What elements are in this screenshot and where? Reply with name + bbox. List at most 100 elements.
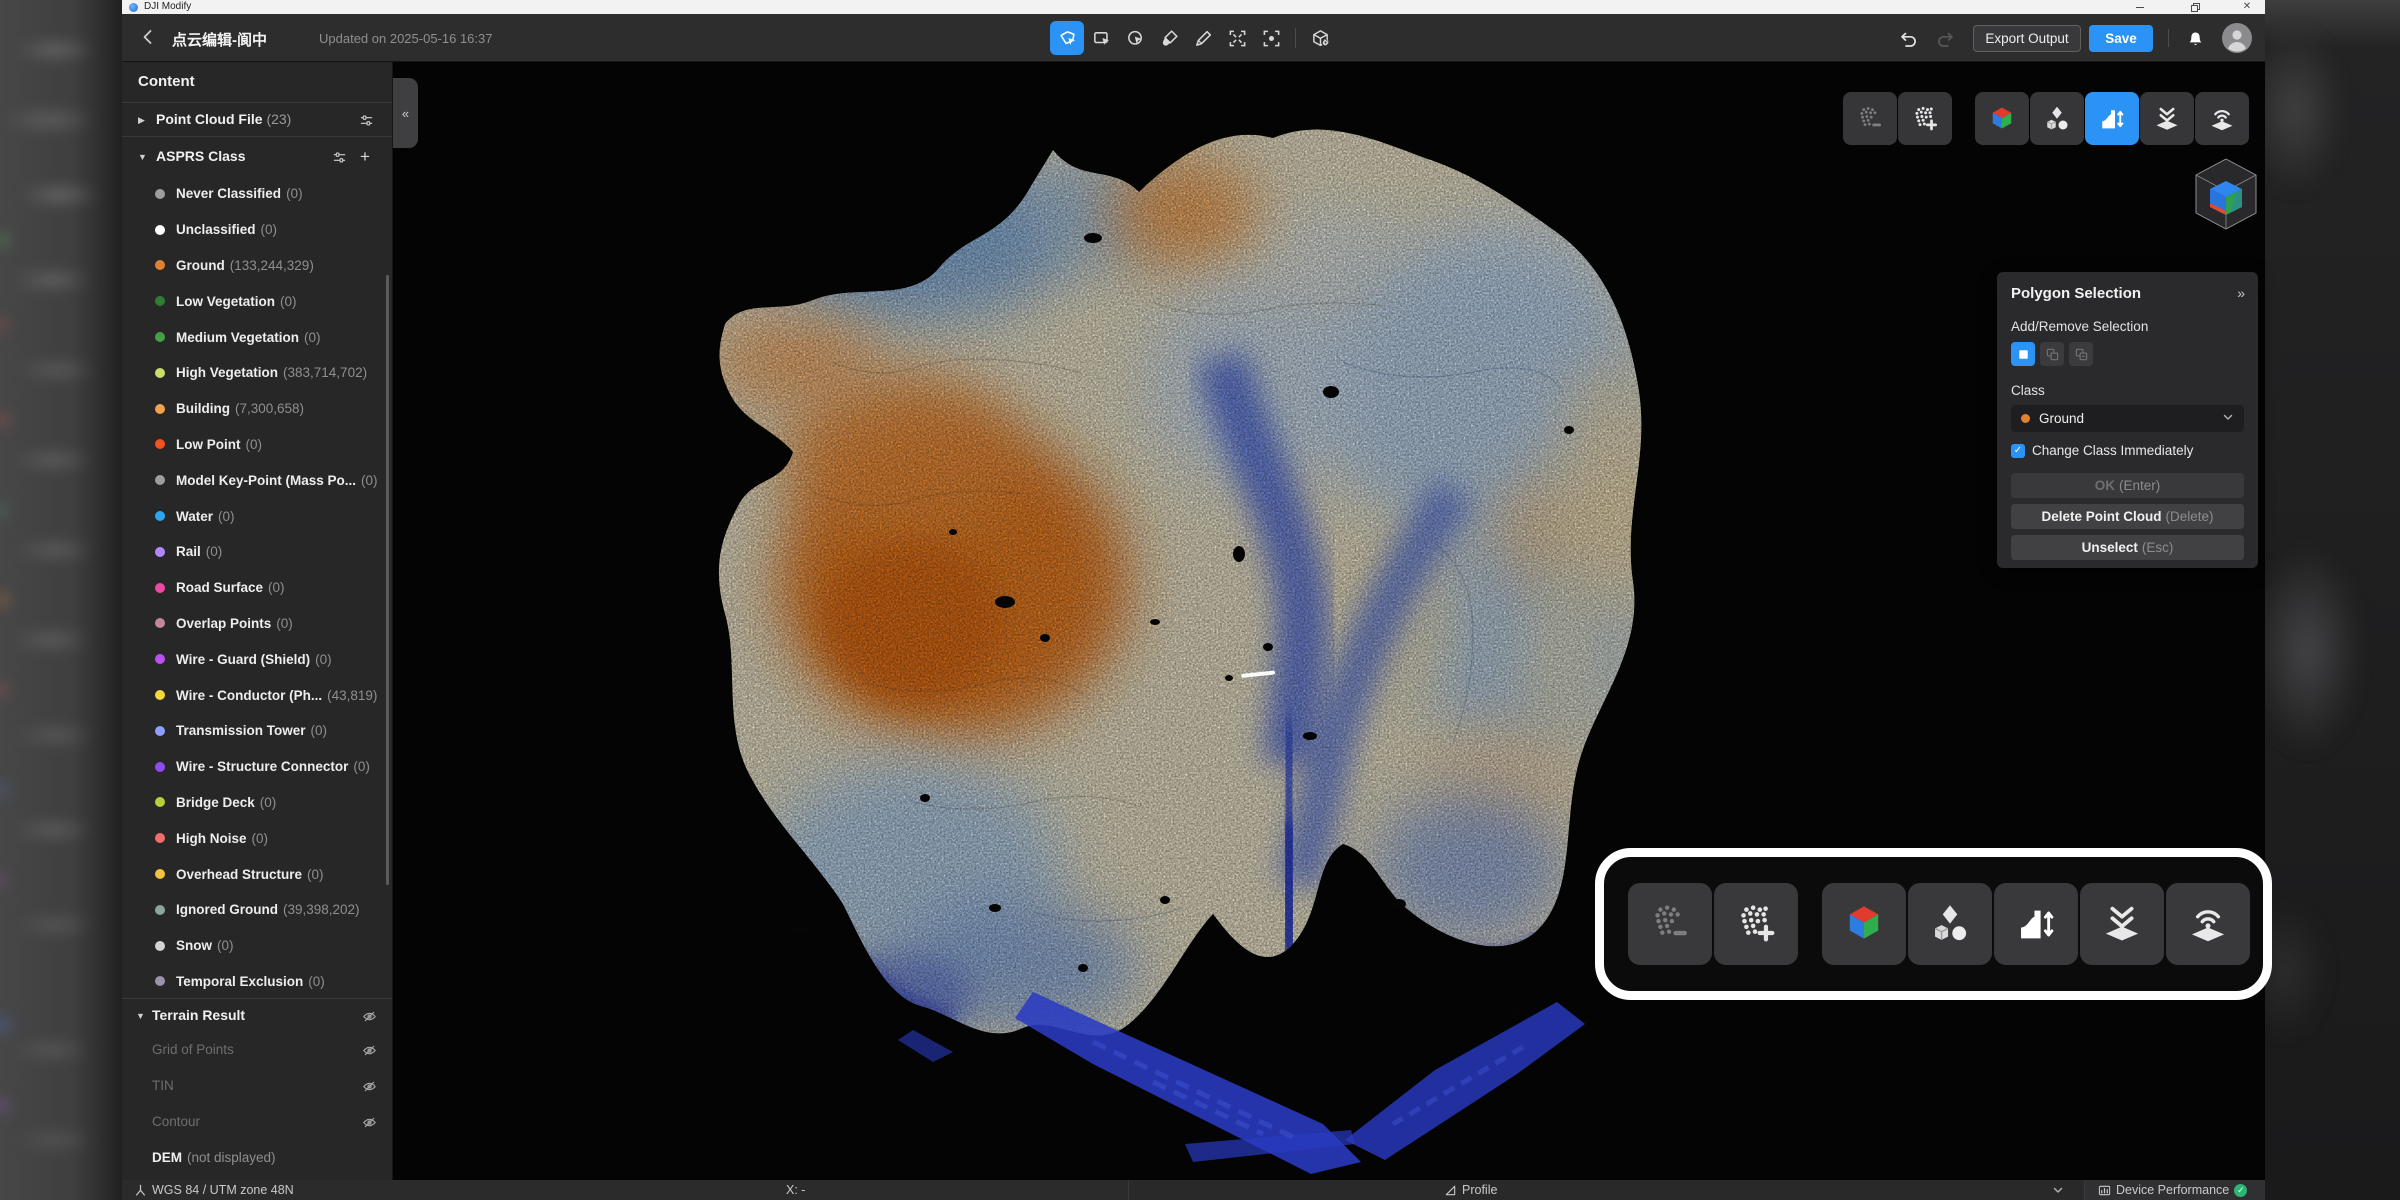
class-row-high-noise[interactable]: High Noise(0)	[122, 820, 392, 856]
change-class-checkbox-row[interactable]: ✓ Change Class Immediately	[2011, 443, 2244, 458]
point-cloud-terrain[interactable]	[393, 62, 2265, 1180]
points-decrease-button[interactable]	[1628, 883, 1712, 965]
class-color-dot	[155, 475, 165, 485]
class-row-building[interactable]: Building(7,300,658)	[122, 391, 392, 427]
class-row-overlap-points[interactable]: Overlap Points(0)	[122, 606, 392, 642]
color-by-rgb-button[interactable]	[1822, 883, 1906, 965]
class-row-transmission-tower[interactable]: Transmission Tower(0)	[122, 713, 392, 749]
sidebar-scrollbar[interactable]	[386, 275, 389, 885]
class-row-wire-structure-connector[interactable]: Wire - Structure Connector(0)	[122, 749, 392, 785]
select-all-button[interactable]	[1220, 21, 1254, 55]
content-sidebar: Content ▶ Point Cloud File (23) ▼ ASPRS …	[122, 62, 393, 1180]
profile-tool[interactable]: Profile	[1444, 1180, 1497, 1200]
minimize-button[interactable]	[2130, 0, 2150, 14]
class-row-medium-vegetation[interactable]: Medium Vegetation(0)	[122, 319, 392, 355]
back-button[interactable]	[138, 27, 158, 49]
class-row-wire-conductor-ph[interactable]: Wire - Conductor (Ph...(43,819)	[122, 677, 392, 713]
class-row-low-point[interactable]: Low Point(0)	[122, 427, 392, 463]
class-row-bridge-deck[interactable]: Bridge Deck(0)	[122, 785, 392, 821]
view-cube[interactable]	[2190, 155, 2262, 240]
eye-off-icon[interactable]	[362, 1079, 377, 1094]
class-row-never-classified[interactable]: Never Classified(0)	[122, 176, 392, 212]
terrain-result-row[interactable]: ▼ Terrain Result	[122, 999, 392, 1033]
eye-off-icon[interactable]	[362, 1009, 377, 1024]
add-selection-toggle[interactable]	[2040, 342, 2064, 366]
class-row-low-vegetation[interactable]: Low Vegetation(0)	[122, 283, 392, 319]
eye-off-icon[interactable]	[362, 1043, 377, 1058]
rectangle-selection-button[interactable]	[1084, 21, 1118, 55]
color-by-class-button[interactable]	[2030, 92, 2084, 145]
color-by-return-button[interactable]	[2080, 883, 2164, 965]
export-output-button[interactable]: Export Output	[1973, 25, 2081, 52]
save-button[interactable]: Save	[2089, 25, 2153, 52]
redo-button[interactable]	[1934, 29, 1956, 51]
points-increase-button[interactable]	[1714, 883, 1798, 965]
model-settings-button[interactable]	[1303, 21, 1337, 55]
deselect-all-button[interactable]	[1254, 21, 1288, 55]
class-row-water[interactable]: Water(0)	[122, 498, 392, 534]
filter-sliders-icon[interactable]	[359, 113, 374, 128]
color-by-intensity-button[interactable]	[2195, 92, 2249, 145]
delete-point-cloud-button[interactable]: Delete Point Cloud(Delete)	[2011, 504, 2244, 529]
add-class-icon[interactable]: +	[360, 149, 370, 164]
class-row-ground[interactable]: Ground(133,244,329)	[122, 248, 392, 284]
class-row-ignored-ground[interactable]: Ignored Ground(39,398,202)	[122, 892, 392, 928]
pen-icon	[1194, 29, 1213, 48]
undo-button[interactable]	[1898, 29, 1920, 51]
ok-button[interactable]: OK(Enter)	[2011, 473, 2244, 498]
class-row-overhead-structure[interactable]: Overhead Structure(0)	[122, 856, 392, 892]
sidebar-collapse-handle[interactable]: «	[393, 78, 418, 148]
color-by-intensity-button[interactable]	[2166, 883, 2250, 965]
brush-selection-button[interactable]	[1152, 21, 1186, 55]
caret-down-icon[interactable]: ▼	[138, 152, 147, 162]
points-decrease-button[interactable]	[1843, 92, 1897, 145]
caret-down-icon[interactable]: ▼	[136, 1011, 145, 1021]
notifications-button[interactable]	[2184, 28, 2206, 50]
class-row-road-surface[interactable]: Road Surface(0)	[122, 570, 392, 606]
user-avatar[interactable]	[2222, 23, 2252, 53]
circle-selection-button[interactable]	[1118, 21, 1152, 55]
viewport-3d[interactable]: Polygon Selection » Add/Remove Selection…	[393, 62, 2265, 1180]
color-by-elevation-button[interactable]	[1994, 883, 2078, 965]
pen-selection-button[interactable]	[1186, 21, 1220, 55]
caret-right-icon[interactable]: ▶	[138, 115, 145, 126]
color-by-rgb-button[interactable]	[1975, 92, 2029, 145]
polygon-selection-button[interactable]	[1050, 21, 1084, 55]
close-button[interactable]: ✕	[2237, 0, 2257, 14]
class-row-high-vegetation[interactable]: High Vegetation(383,714,702)	[122, 355, 392, 391]
color-by-return-button[interactable]	[2140, 92, 2194, 145]
class-label: Bridge Deck	[176, 795, 255, 810]
crs-indicator[interactable]: WGS 84 / UTM zone 48N	[134, 1180, 294, 1200]
device-performance[interactable]: Device Performance ✓	[2098, 1180, 2247, 1200]
terrain-item-contour[interactable]: Contour	[122, 1105, 392, 1141]
circle-select-icon	[1126, 29, 1145, 48]
class-row-wire-guard-shield[interactable]: Wire - Guard (Shield)(0)	[122, 641, 392, 677]
subtract-selection-toggle[interactable]	[2069, 342, 2093, 366]
dem-row[interactable]: DEM(not displayed)	[122, 1141, 392, 1177]
class-dropdown[interactable]: Ground	[2011, 405, 2244, 432]
color-by-elevation-button[interactable]	[2085, 92, 2139, 145]
terrain-item-tin[interactable]: TIN	[122, 1069, 392, 1105]
restore-button[interactable]	[2185, 0, 2205, 14]
checkbox-checked-icon[interactable]: ✓	[2011, 444, 2025, 458]
class-row-unclassified[interactable]: Unclassified(0)	[122, 212, 392, 248]
panel-title: Polygon Selection	[2011, 285, 2244, 302]
statusbar-collapse-chevron[interactable]	[2052, 1180, 2064, 1200]
project-title[interactable]: 点云编辑-阆中	[172, 29, 267, 50]
new-selection-toggle[interactable]	[2011, 342, 2035, 366]
terrain-item-grid-of-points[interactable]: Grid of Points	[122, 1033, 392, 1069]
class-color-dot	[155, 618, 165, 628]
class-row-rail[interactable]: Rail(0)	[122, 534, 392, 570]
eye-off-icon[interactable]	[362, 1115, 377, 1130]
point-cloud-file-row[interactable]: ▶ Point Cloud File (23)	[122, 103, 392, 137]
class-row-snow[interactable]: Snow(0)	[122, 928, 392, 964]
class-row-model-key-point-mass-po[interactable]: Model Key-Point (Mass Po...(0)	[122, 462, 392, 498]
class-color-dot	[2021, 414, 2030, 423]
unselect-button[interactable]: Unselect(Esc)	[2011, 535, 2244, 560]
asprs-class-row[interactable]: ▼ ASPRS Class +	[122, 137, 392, 176]
color-by-class-button[interactable]	[1908, 883, 1992, 965]
filter-sliders-icon[interactable]	[332, 150, 347, 165]
points-increase-button[interactable]	[1898, 92, 1952, 145]
class-row-temporal-exclusion[interactable]: Temporal Exclusion(0)	[122, 964, 392, 1000]
collapse-panel-icon[interactable]: »	[2237, 285, 2245, 301]
